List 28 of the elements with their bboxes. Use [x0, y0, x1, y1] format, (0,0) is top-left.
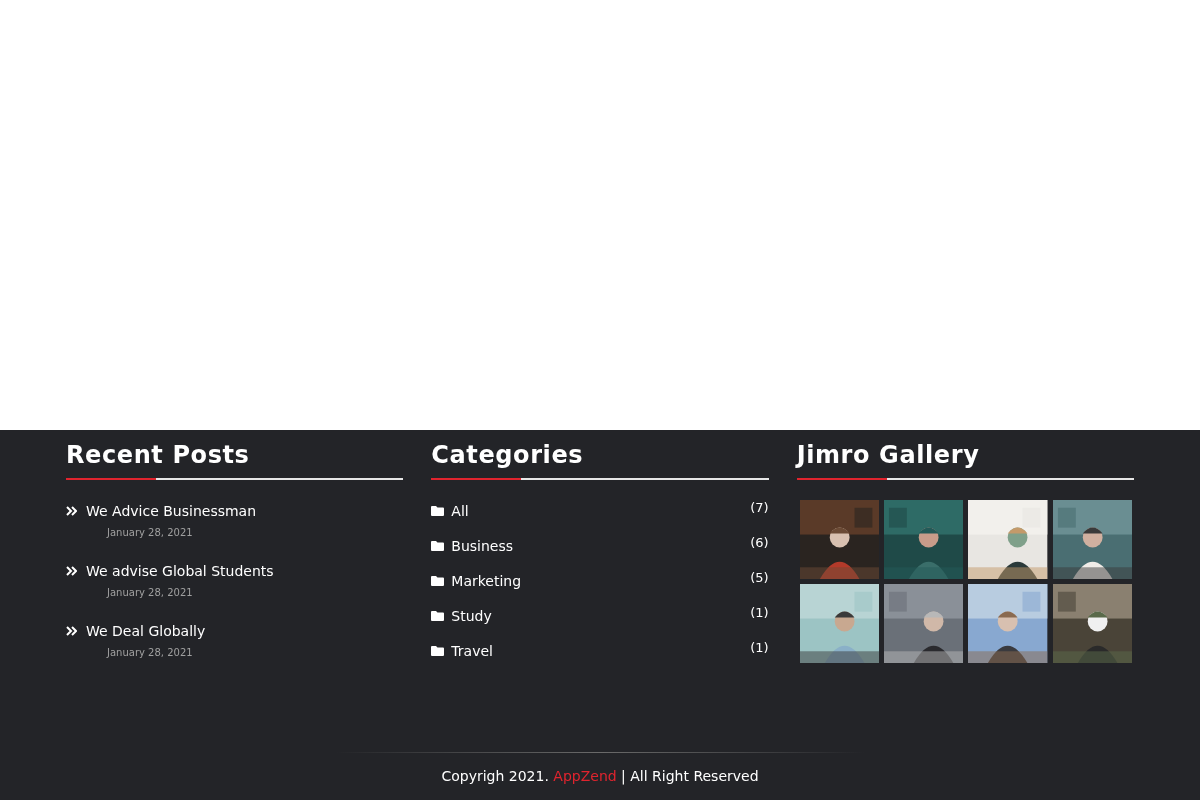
double-chevron-icon	[66, 566, 77, 576]
post-date: January 28, 2021	[107, 526, 193, 540]
folder-icon	[431, 611, 445, 621]
post-date: January 28, 2021	[107, 646, 193, 660]
category-link[interactable]: Business	[451, 537, 514, 555]
category-link[interactable]: Travel	[451, 642, 493, 660]
category-count: (1)	[750, 639, 769, 657]
folder-icon	[431, 506, 445, 516]
category-link[interactable]: All	[451, 502, 469, 520]
category-link[interactable]: Marketing	[451, 572, 522, 590]
category-count: (1)	[750, 604, 769, 622]
post-link[interactable]: We Advice Businessman	[86, 502, 257, 520]
category-count: (5)	[750, 569, 769, 587]
section-heading: Jimro Gallery	[796, 440, 980, 470]
section-heading: Categories	[431, 440, 584, 470]
folder-icon	[431, 646, 445, 656]
section-heading: Recent Posts	[66, 440, 250, 470]
category-count: (6)	[750, 534, 769, 552]
copyright-text: Copyrigh 2021. AppZend | All Right Reserved	[440, 767, 760, 787]
folder-icon	[431, 576, 445, 586]
category-link[interactable]: Study	[451, 607, 492, 625]
post-link[interactable]: We advise Global Students	[86, 562, 274, 580]
post-link[interactable]: We Deal Globally	[86, 622, 206, 640]
folder-icon	[431, 541, 445, 551]
category-count: (7)	[750, 499, 769, 517]
double-chevron-icon	[66, 506, 77, 516]
post-date: January 28, 2021	[107, 586, 193, 600]
double-chevron-icon	[66, 626, 77, 636]
